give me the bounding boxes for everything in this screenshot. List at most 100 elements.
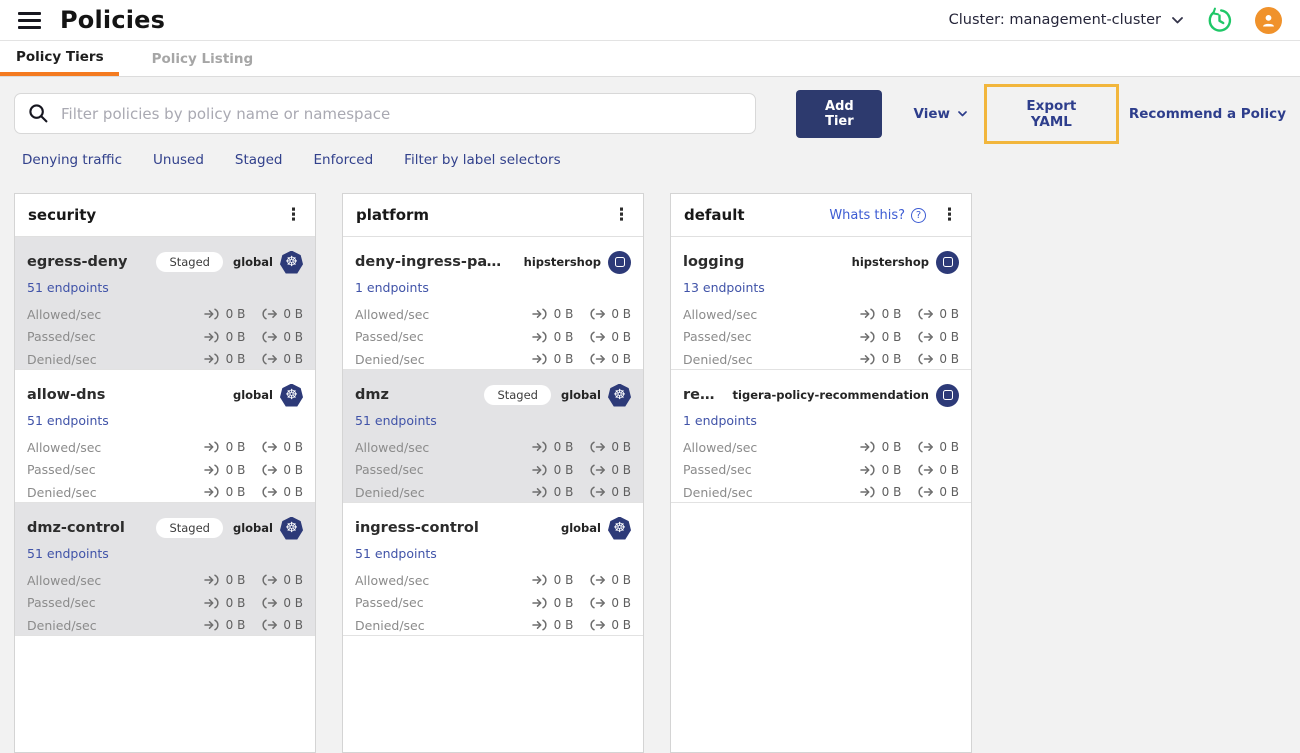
egress-arrow-icon bbox=[262, 486, 278, 498]
policy-card-egress-deny[interactable]: egress-deny Staged global ☸ 51 endpoints… bbox=[15, 237, 315, 370]
whats-this-link[interactable]: Whats this? ? bbox=[829, 207, 926, 223]
ingress-value: 0 B bbox=[881, 462, 902, 477]
ingress-arrow-icon bbox=[531, 486, 547, 498]
egress-arrow-icon bbox=[262, 441, 278, 453]
egress-value: 0 B bbox=[283, 595, 303, 610]
tier-panel-security: security ⋮ egress-deny Staged global ☸ 5… bbox=[14, 193, 316, 753]
main-content: Add Tier View Export YAML Recommend a Po… bbox=[0, 77, 1300, 753]
metric-label: Denied/sec bbox=[683, 351, 753, 367]
search-icon bbox=[29, 104, 48, 123]
tab-policy-tiers[interactable]: Policy Tiers bbox=[0, 41, 119, 76]
metric-row: Passed/sec 0 B 0 B bbox=[683, 459, 959, 482]
ingress-value: 0 B bbox=[553, 462, 574, 477]
policy-metrics: Allowed/sec 0 B 0 B Passed/sec 0 B 0 B D… bbox=[683, 436, 959, 504]
egress-value: 0 B bbox=[939, 485, 959, 500]
filter-staged[interactable]: Staged bbox=[235, 152, 283, 168]
metric-label: Allowed/sec bbox=[683, 306, 758, 322]
metric-row: Denied/sec 0 B 0 B bbox=[27, 481, 303, 504]
policy-card-restricted[interactable]: restricted tigera-policy-recommendation … bbox=[671, 370, 971, 503]
policy-card-top: restricted tigera-policy-recommendation bbox=[683, 383, 959, 407]
tab-policy-listing[interactable]: Policy Listing bbox=[142, 41, 264, 76]
ingress-value: 0 B bbox=[881, 485, 902, 500]
egress-value: 0 B bbox=[939, 440, 959, 455]
metric-label: Denied/sec bbox=[27, 617, 97, 633]
metric-values: 0 B 0 B bbox=[203, 463, 303, 477]
whats-this-label: Whats this? bbox=[829, 207, 905, 223]
metric-label: Denied/sec bbox=[355, 484, 425, 500]
kubernetes-global-icon: ☸ bbox=[608, 516, 631, 540]
add-tier-button[interactable]: Add Tier bbox=[796, 89, 883, 138]
metric-row: Denied/sec 0 B 0 B bbox=[27, 614, 303, 637]
view-dropdown-button[interactable]: View bbox=[907, 105, 972, 123]
metric-label: Allowed/sec bbox=[683, 439, 758, 455]
egress-value: 0 B bbox=[611, 595, 631, 610]
endpoints-link[interactable]: 51 endpoints bbox=[27, 413, 109, 428]
egress-value: 0 B bbox=[939, 462, 959, 477]
metric-row: Passed/sec 0 B 0 B bbox=[683, 326, 959, 349]
filter-enforced[interactable]: Enforced bbox=[314, 152, 374, 168]
ingress-arrow-icon bbox=[859, 331, 875, 343]
metric-row: Allowed/sec 0 B 0 B bbox=[27, 569, 303, 592]
ingress-value: 0 B bbox=[881, 329, 902, 344]
metric-row: Denied/sec 0 B 0 B bbox=[683, 348, 959, 371]
ingress-arrow-icon bbox=[531, 331, 547, 343]
endpoints-link[interactable]: 51 endpoints bbox=[355, 546, 437, 561]
policy-card-allow-dns[interactable]: allow-dns global ☸ 51 endpoints Allowed/… bbox=[15, 370, 315, 503]
filter-label-selectors[interactable]: Filter by label selectors bbox=[404, 152, 560, 168]
history-button[interactable] bbox=[1206, 7, 1233, 34]
filter-unused[interactable]: Unused bbox=[153, 152, 204, 168]
kebab-menu-icon[interactable]: ⋮ bbox=[941, 206, 958, 224]
policy-card-dmz[interactable]: dmz Staged global ☸ 51 endpoints Allowed… bbox=[343, 370, 643, 503]
metric-values: 0 B 0 B bbox=[531, 329, 631, 344]
cluster-selector[interactable]: Cluster: management-cluster bbox=[949, 12, 1183, 28]
egress-value: 0 B bbox=[283, 485, 303, 500]
policy-card-dmz-control[interactable]: dmz-control Staged global ☸ 51 endpoints… bbox=[15, 503, 315, 636]
egress-arrow-icon bbox=[262, 464, 278, 476]
policy-card-ingress-control[interactable]: ingress-control global ☸ 51 endpoints Al… bbox=[343, 503, 643, 636]
metric-label: Passed/sec bbox=[683, 462, 752, 478]
policy-card-top: dmz Staged global ☸ bbox=[355, 383, 631, 407]
egress-arrow-icon bbox=[918, 486, 934, 498]
hamburger-menu-icon[interactable] bbox=[18, 11, 41, 29]
endpoints-link[interactable]: 1 endpoints bbox=[683, 413, 757, 428]
topbar-right: Cluster: management-cluster bbox=[949, 6, 1282, 34]
egress-value: 0 B bbox=[283, 618, 303, 633]
export-yaml-button[interactable]: Export YAML bbox=[987, 87, 1116, 141]
ingress-value: 0 B bbox=[553, 329, 574, 344]
metric-row: Allowed/sec 0 B 0 B bbox=[355, 436, 631, 459]
endpoints-link[interactable]: 13 endpoints bbox=[683, 280, 765, 295]
recommend-policy-button[interactable]: Recommend a Policy bbox=[1129, 106, 1286, 122]
metric-values: 0 B 0 B bbox=[531, 352, 631, 366]
user-avatar[interactable] bbox=[1255, 6, 1282, 34]
policy-scope-label: global bbox=[560, 388, 601, 402]
endpoints-link[interactable]: 51 endpoints bbox=[355, 413, 437, 428]
endpoints-link[interactable]: 1 endpoints bbox=[355, 280, 429, 295]
tier-name: default bbox=[684, 206, 745, 224]
staged-badge: Staged bbox=[156, 518, 223, 538]
endpoints-link[interactable]: 51 endpoints bbox=[27, 280, 109, 295]
policy-scope-label: global bbox=[232, 388, 273, 402]
ingress-arrow-icon bbox=[859, 353, 875, 365]
search-box[interactable] bbox=[14, 93, 757, 134]
endpoints-link[interactable]: 51 endpoints bbox=[27, 546, 109, 561]
kebab-menu-icon[interactable]: ⋮ bbox=[613, 206, 630, 224]
tier-name: security bbox=[28, 206, 97, 224]
policy-metrics: Allowed/sec 0 B 0 B Passed/sec 0 B 0 B D… bbox=[355, 569, 631, 637]
kebab-menu-icon[interactable]: ⋮ bbox=[285, 206, 302, 224]
ingress-arrow-icon bbox=[531, 574, 547, 586]
staged-badge: Staged bbox=[484, 385, 551, 405]
ingress-value: 0 B bbox=[225, 595, 246, 610]
metric-values: 0 B 0 B bbox=[203, 485, 303, 500]
kubernetes-global-icon: ☸ bbox=[280, 250, 303, 274]
metric-label: Passed/sec bbox=[355, 329, 424, 345]
metric-values: 0 B 0 B bbox=[203, 573, 303, 587]
filter-denying-traffic[interactable]: Denying traffic bbox=[22, 152, 122, 168]
namespace-icon bbox=[936, 383, 959, 407]
policy-card-deny-ingress-paymentservi[interactable]: deny-ingress-paymentservi… hipstershop 1… bbox=[343, 237, 643, 370]
policy-metrics: Allowed/sec 0 B 0 B Passed/sec 0 B 0 B D… bbox=[355, 436, 631, 504]
ingress-value: 0 B bbox=[553, 307, 574, 322]
ingress-arrow-icon bbox=[203, 619, 219, 631]
policy-filter-input[interactable] bbox=[59, 103, 743, 124]
policy-card-logging[interactable]: logging hipstershop 13 endpoints Allowed… bbox=[671, 237, 971, 370]
policy-card-top: ingress-control global ☸ bbox=[355, 516, 631, 540]
